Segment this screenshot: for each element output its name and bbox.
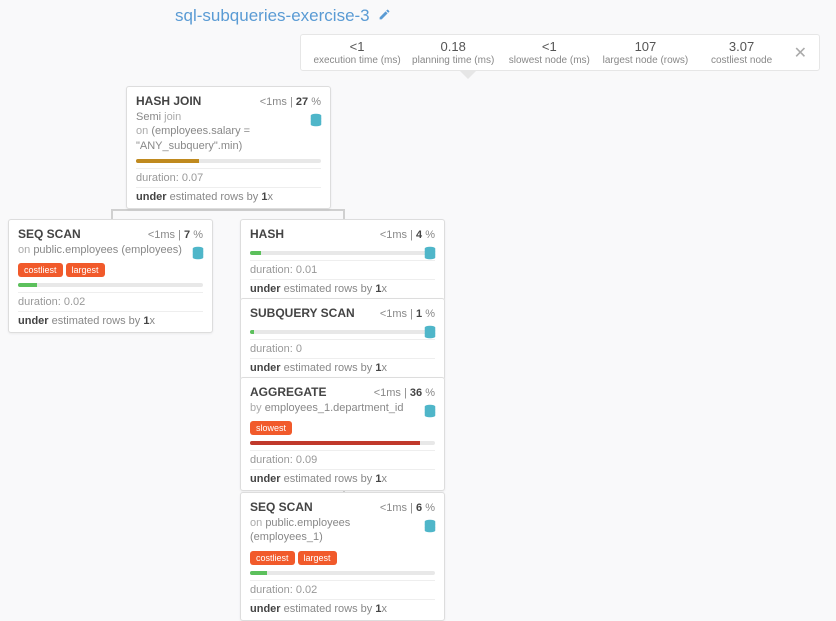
node-stats: <1ms | 7 % xyxy=(148,229,203,241)
stat-label: execution time (ms) xyxy=(309,55,405,66)
connector xyxy=(343,209,345,219)
node-seq-scan-1[interactable]: SEQ SCAN <1ms | 7 % on public.employees … xyxy=(8,219,213,333)
node-badges: costliestlargest xyxy=(250,550,435,565)
estimation-label: under estimated rows by 1x xyxy=(250,469,435,485)
stats-bar: <1 execution time (ms) 0.18 planning tim… xyxy=(300,34,820,71)
stat-slowest-node: <1 slowest node (ms) xyxy=(501,39,597,66)
page-title: sql-subqueries-exercise-3 xyxy=(175,6,370,26)
stat-costliest-node: 3.07 costliest node xyxy=(694,39,790,66)
badge-largest: largest xyxy=(298,551,337,565)
stat-value: 107 xyxy=(597,39,693,54)
estimation-label: under estimated rows by 1x xyxy=(250,279,435,295)
database-icon xyxy=(310,113,322,130)
connector xyxy=(111,209,345,211)
database-icon xyxy=(424,404,436,421)
duration-label: duration: 0 xyxy=(250,339,435,355)
node-title: SUBQUERY SCAN xyxy=(250,306,355,320)
close-icon[interactable]: ✕ xyxy=(790,43,811,63)
database-icon xyxy=(424,246,436,263)
node-title: SEQ SCAN xyxy=(250,500,313,514)
node-seq-scan-2[interactable]: SEQ SCAN <1ms | 6 % on public.employees … xyxy=(240,492,445,621)
node-badges: costliestlargest xyxy=(18,262,203,277)
node-title: HASH xyxy=(250,227,284,241)
stat-execution-time: <1 execution time (ms) xyxy=(309,39,405,66)
estimation-label: under estimated rows by 1x xyxy=(250,599,435,615)
node-description: on public.employees (employees_1) xyxy=(250,516,435,545)
node-stats: <1ms | 1 % xyxy=(380,308,435,320)
duration-label: duration: 0.02 xyxy=(250,580,435,596)
duration-label: duration: 0.01 xyxy=(250,260,435,276)
node-description: Semi join on (employees.salary = "ANY_su… xyxy=(136,110,321,153)
estimation-label: under estimated rows by 1x xyxy=(18,311,203,327)
node-stats: <1ms | 36 % xyxy=(374,387,435,399)
duration-label: duration: 0.09 xyxy=(250,450,435,466)
node-title: AGGREGATE xyxy=(250,385,326,399)
badge-largest: largest xyxy=(66,263,105,277)
stat-label: costliest node xyxy=(694,55,790,66)
stat-label: planning time (ms) xyxy=(405,55,501,66)
node-stats: <1ms | 4 % xyxy=(380,229,435,241)
database-icon xyxy=(424,325,436,342)
node-description: by employees_1.department_id xyxy=(250,401,435,415)
duration-bar xyxy=(250,251,435,255)
node-title: SEQ SCAN xyxy=(18,227,81,241)
node-hash[interactable]: HASH <1ms | 4 % duration: 0.01 under est… xyxy=(240,219,445,301)
node-stats: <1ms | 6 % xyxy=(380,502,435,514)
pencil-icon[interactable] xyxy=(378,8,391,24)
node-aggregate[interactable]: AGGREGATE <1ms | 36 % by employees_1.dep… xyxy=(240,377,445,491)
title-row: sql-subqueries-exercise-3 xyxy=(175,6,391,26)
stat-value: 3.07 xyxy=(694,39,790,54)
connector xyxy=(111,209,113,219)
estimation-label: under estimated rows by 1x xyxy=(250,358,435,374)
database-icon xyxy=(192,246,204,263)
stat-value: <1 xyxy=(501,39,597,54)
node-description: on public.employees (employees) xyxy=(18,243,203,257)
database-icon xyxy=(424,519,436,536)
duration-bar xyxy=(250,571,435,575)
stat-planning-time: 0.18 planning time (ms) xyxy=(405,39,501,66)
node-subquery-scan[interactable]: SUBQUERY SCAN <1ms | 1 % duration: 0 und… xyxy=(240,298,445,380)
duration-bar xyxy=(136,159,321,163)
node-title: HASH JOIN xyxy=(136,94,201,108)
stat-value: <1 xyxy=(309,39,405,54)
stat-largest-node: 107 largest node (rows) xyxy=(597,39,693,66)
duration-label: duration: 0.07 xyxy=(136,168,321,184)
node-stats: <1ms | 27 % xyxy=(260,96,321,108)
duration-label: duration: 0.02 xyxy=(18,292,203,308)
duration-bar xyxy=(250,330,435,334)
stat-value: 0.18 xyxy=(405,39,501,54)
badge-costliest: costliest xyxy=(250,551,295,565)
estimation-label: under estimated rows by 1x xyxy=(136,187,321,203)
node-hash-join[interactable]: HASH JOIN <1ms | 27 % Semi join on (empl… xyxy=(126,86,331,209)
badge-costliest: costliest xyxy=(18,263,63,277)
stat-label: largest node (rows) xyxy=(597,55,693,66)
node-badges: slowest xyxy=(250,420,435,435)
stat-label: slowest node (ms) xyxy=(501,55,597,66)
badge-slowest: slowest xyxy=(250,421,292,435)
duration-bar xyxy=(250,441,435,445)
duration-bar xyxy=(18,283,203,287)
